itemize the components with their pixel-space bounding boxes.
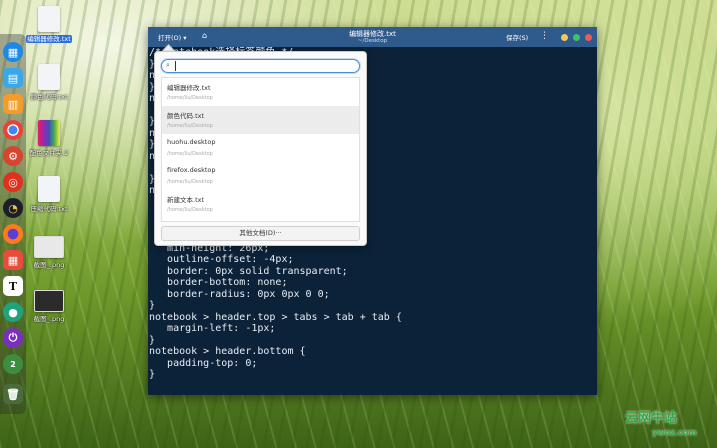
code-line: border-radius: 0px 0px 0 0; [149,288,330,300]
save-button[interactable]: 保存(S) [506,32,528,42]
desktop-icon-color-code[interactable]: 颜色代码.txt [26,64,72,101]
desktop-icon-label: 截图_.png [33,315,65,323]
files-icon[interactable]: ▤ [3,68,23,88]
firefox-icon[interactable] [3,224,23,244]
search-icon: ⌕ [166,61,170,69]
text-file-icon [38,6,60,32]
file-name: huohu.desktop [167,138,216,146]
typora-icon[interactable]: T [3,276,23,296]
search-input[interactable] [175,61,356,71]
watermark-url: ywnz.com [652,428,697,437]
code-line: padding-top: 0; [149,357,258,369]
watermark-logo: 云网牛站 [625,411,678,426]
power-icon[interactable]: ⏻ [3,328,23,348]
close-button[interactable] [585,34,592,41]
badge-icon[interactable]: 2 [3,354,23,374]
calendar-icon[interactable]: ▦ [3,250,23,270]
text-file-icon [38,176,60,202]
search-field[interactable]: ⌕ [161,59,360,73]
chrome-icon[interactable] [3,120,23,140]
text-file-icon [38,64,60,90]
titlebar: 打开(O) ▾ ⌂ 编辑器修改.txt ~/Desktop 保存(S) ⋮ [148,27,597,47]
desktop-icon-label: 压缩代码.txt [30,205,68,213]
file-name: 编辑器修改.txt [167,84,211,92]
desktop-icon-screenshot-2[interactable]: 截图_.png [26,290,72,323]
maximize-button[interactable] [573,34,580,41]
file-name: firefox.desktop [167,166,216,174]
badge-count: 2 [10,359,16,369]
code-line: notebook > header.top > tabs > tab + tab… [149,311,402,323]
store-icon[interactable]: ▥ [3,94,23,114]
speedometer-icon[interactable]: ◔ [3,198,23,218]
code-line: } [149,334,156,346]
desktop-icon-screenshot-1[interactable]: 截图_.png [26,236,72,269]
desktop-icon-label: 编辑器修改.txt [26,35,72,43]
desktop-icon-palette[interactable]: 配色文件夹.2 [26,120,72,157]
code-line: } [149,300,156,311]
recent-file-item[interactable]: 编辑器修改.txt /home/liu/Desktop [162,78,359,106]
screen-recorder-icon[interactable]: ● [3,302,23,322]
code-line: margin-left: -1px; [149,323,276,334]
desktop-icon-label: 颜色代码.txt [30,93,68,101]
other-documents-button[interactable]: 其他文档(D)··· [161,226,360,241]
open-file-popover: ⌕ 编辑器修改.txt /home/liu/Desktop 颜色代码.txt /… [154,51,367,246]
file-path: /home/liu/Desktop [167,95,213,101]
recent-files-list: 编辑器修改.txt /home/liu/Desktop 颜色代码.txt /ho… [161,77,360,222]
desktop-icon-editor-file[interactable]: 编辑器修改.txt [26,6,72,43]
recent-file-item[interactable]: 新建文本.txt /home/liu/Desktop [162,190,359,218]
recent-file-item[interactable]: huohu.desktop /home/liu/Desktop [162,134,359,162]
recent-file-item[interactable]: 颜色代码.txt /home/liu/Desktop [162,106,359,134]
file-path: /home/liu/Desktop [167,151,213,157]
netease-music-icon[interactable]: ◎ [3,172,23,192]
file-path: /home/liu/Desktop [167,207,213,213]
minimize-button[interactable] [561,34,568,41]
file-name: 颜色代码.txt [167,112,205,120]
desktop-icon-compress-code[interactable]: 压缩代码.txt [26,176,72,213]
code-line: } [149,369,156,380]
image-file-icon [34,290,64,312]
file-name: 新建文本.txt [167,196,205,204]
code-line: border: 0px solid transparent; [149,265,348,277]
trash-icon[interactable]: 🗑 [3,384,23,404]
settings-icon[interactable]: ⚙ [3,146,23,166]
multitasking-icon[interactable]: ▦ [3,42,23,62]
image-file-icon [34,236,64,258]
recent-file-item[interactable]: firefox.desktop /home/liu/Desktop [162,162,359,190]
code-line: border-bottom: none; [149,277,288,288]
desktop-icon-label: 截图_.png [33,261,65,269]
kebab-menu-icon[interactable]: ⋮ [540,31,549,41]
window-subtitle: ~/Desktop [357,38,388,44]
file-path: /home/liu/Desktop [167,179,213,185]
desktop-icon-label: 配色文件夹.2 [29,149,69,157]
file-path: /home/liu/Desktop [167,123,213,129]
code-line: notebook > header.bottom { [149,346,306,357]
dock: ▦ ▤ ▥ ⚙ ◎ ◔ ▦ T ● ⏻ 2 🗑 [0,34,26,414]
palette-icon [38,120,60,146]
code-line: outline-offset: -4px; [149,254,294,265]
